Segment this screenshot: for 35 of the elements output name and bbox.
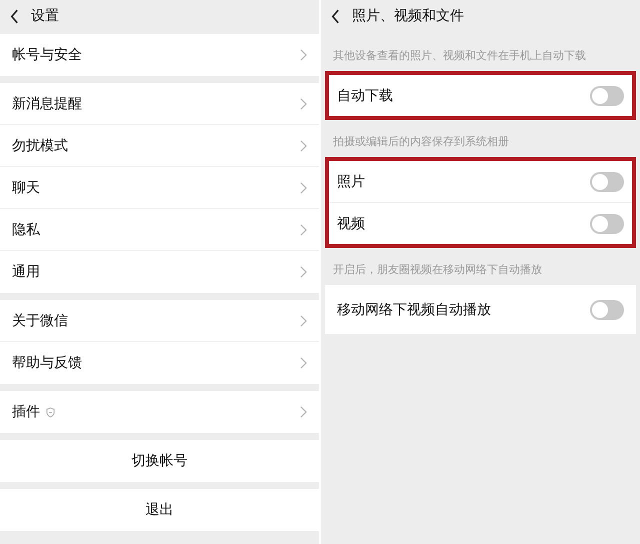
toggle-switch[interactable] <box>590 86 624 106</box>
chevron-icon <box>300 98 307 110</box>
chevron-icon <box>300 182 307 194</box>
section-caption: 开启后，朋友圈视频在移动网络下自动播放 <box>332 262 543 278</box>
setting-label: 视频 <box>337 214 365 232</box>
chevron-icon <box>300 224 307 236</box>
setting-label: 自动下载 <box>337 86 393 104</box>
settings-item[interactable]: 新消息提醒 <box>0 83 319 125</box>
chevron-icon <box>300 314 307 326</box>
action-button[interactable]: 切换帐号 <box>0 440 319 482</box>
section-caption: 其他设备查看的照片、视频和文件在手机上自动下载 <box>332 48 587 64</box>
screen-title: 设置 <box>31 7 59 25</box>
settings-item[interactable]: 聊天 <box>0 167 319 209</box>
settings-item[interactable]: 关于微信 <box>0 300 319 342</box>
settings-item[interactable]: 帐号与安全 <box>0 34 319 76</box>
chevron-icon <box>300 406 307 418</box>
settings-item[interactable]: 通用 <box>0 251 319 293</box>
chevron-icon <box>300 266 307 278</box>
setting-label: 移动网络下视频自动播放 <box>337 300 491 318</box>
screen-title: 照片、视频和文件 <box>352 7 464 25</box>
settings-item[interactable]: 帮助与反馈 <box>0 342 319 384</box>
settings-item[interactable]: 隐私 <box>0 209 319 251</box>
section-caption: 拍摄或编辑后的内容保存到系统相册 <box>332 134 510 150</box>
toggle-switch[interactable] <box>590 172 624 192</box>
settings-item[interactable]: 插件 <box>0 391 319 433</box>
chevron-icon <box>300 357 307 369</box>
toggle-switch[interactable] <box>590 214 624 234</box>
back-icon[interactable] <box>10 8 19 24</box>
settings-item[interactable]: 勿扰模式 <box>0 125 319 167</box>
action-button[interactable]: 退出 <box>0 489 319 531</box>
chevron-icon <box>300 49 307 61</box>
setting-label: 照片 <box>337 172 365 190</box>
toggle-switch[interactable] <box>590 300 624 320</box>
chevron-icon <box>300 140 307 152</box>
back-icon[interactable] <box>331 8 340 24</box>
